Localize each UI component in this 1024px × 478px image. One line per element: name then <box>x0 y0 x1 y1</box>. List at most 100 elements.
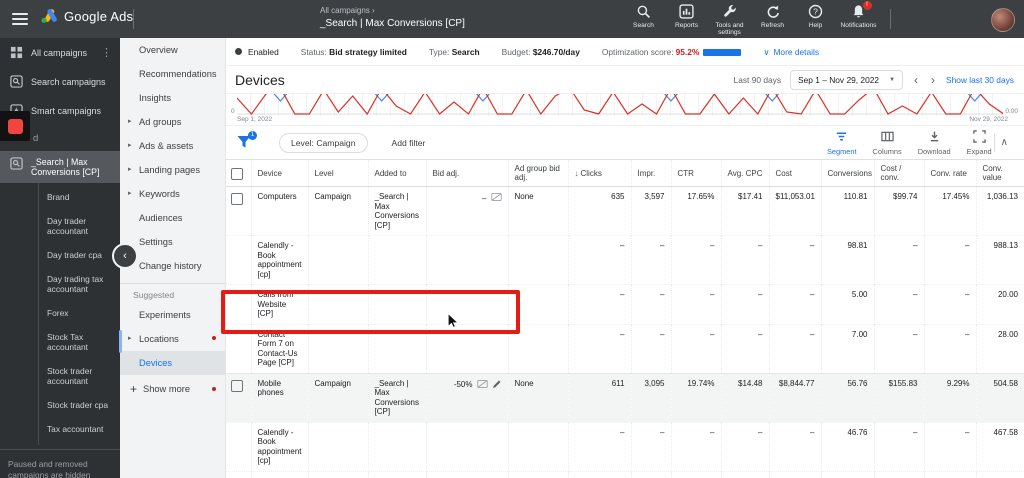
campaign-item-day-trader-cpa[interactable]: Day trader cpa <box>39 243 120 267</box>
column-header-device[interactable]: Device <box>251 160 309 187</box>
sidebar-item-locations[interactable]: ▸ Locations <box>120 327 225 351</box>
topbar-action-notifications[interactable]: ! Notifications <box>837 0 880 36</box>
topbar-action-reports[interactable]: Reports <box>665 4 708 36</box>
column-header-added-to[interactable]: Added to <box>368 160 427 187</box>
row-checkbox[interactable] <box>231 193 243 205</box>
conversion-action-row-calls-from-ads[interactable]: Calls from ads–––––1.00––1.00 <box>225 470 1024 478</box>
nav-selected-campaign[interactable]: _Search | Max Conversions [CP] <box>0 151 120 183</box>
sidebar-item-recommendations[interactable]: Recommendations <box>120 62 225 86</box>
chart-plot-area[interactable] <box>236 94 1004 116</box>
cell-bid-adj: -50% <box>426 372 509 422</box>
column-header-level[interactable]: Level <box>308 160 369 187</box>
nav-search-campaigns[interactable]: Search campaigns <box>0 67 120 96</box>
add-filter-button[interactable]: Add filter <box>392 138 426 148</box>
more-details-link[interactable]: ∨ More details <box>763 47 819 57</box>
campaign-item-forex[interactable]: Forex <box>39 301 120 325</box>
show-last-30-days-link[interactable]: Show last 30 days <box>946 75 1014 85</box>
campaign-item-tax-accountant[interactable]: Tax accountant <box>39 417 120 441</box>
breadcrumb-parent[interactable]: All campaigns <box>320 6 370 15</box>
level-filter-chip[interactable]: Level: Campaign <box>279 132 368 153</box>
cell-bid-adj <box>426 235 509 285</box>
brand-text: Google Ads <box>64 8 134 24</box>
prev-period-button[interactable]: ‹ <box>912 73 920 87</box>
campaign-list: Brand Day trader accountant Day trader cpa… <box>38 183 120 445</box>
sidebar-item-ad-groups[interactable]: ▸ Ad groups <box>120 110 225 134</box>
column-header-cost[interactable]: Cost <box>769 160 822 187</box>
menu-icon[interactable] <box>12 13 28 28</box>
cell-added-to <box>368 235 427 285</box>
nav-all-campaigns[interactable]: All campaigns ⋮ <box>0 38 120 67</box>
cell-bid-adj: – <box>426 186 509 236</box>
column-header-avg-cpc[interactable]: Avg. CPC <box>721 160 770 187</box>
column-header-bid-adj[interactable]: Bid adj. <box>426 160 509 187</box>
sidebar-item-devices[interactable]: Devices <box>120 351 225 375</box>
sidebar-item-keywords[interactable]: ▸ Keywords <box>120 182 225 206</box>
conversion-action-row-calendly-book-appointment-cp[interactable]: Calendly - Book appointment [cp] – – – – –98.… <box>225 235 1024 285</box>
columns-button[interactable]: Columns <box>873 130 902 156</box>
cell-cost: $11,053.01 <box>769 186 822 236</box>
cell-avg-cpc: – <box>721 235 770 285</box>
notification-dot <box>212 336 216 340</box>
sidebar-item-ads-assets[interactable]: ▸ Ads & assets <box>120 134 225 158</box>
column-header-conv-value[interactable]: Conv. value <box>976 160 1024 187</box>
avatar[interactable] <box>991 8 1015 32</box>
campaign-item-stock-trader-accountant[interactable]: Stock trader accountant <box>39 359 120 393</box>
collapse-sidebar-button[interactable]: ‹ <box>112 243 138 269</box>
cell-conv-value: 20.00 <box>976 284 1024 324</box>
bid-simulator-icon[interactable] <box>476 379 488 392</box>
device-row-computers[interactable]: Computers Campaign _Search | Max Conversio… <box>225 186 1024 236</box>
scrollbar-thumb[interactable] <box>119 330 122 353</box>
cell-impr: 3,095 <box>631 372 672 422</box>
notifications-icon: ! <box>851 0 873 20</box>
date-range-selector[interactable]: Sep 1 – Nov 29, 2022 ▼ <box>790 69 904 90</box>
breadcrumb[interactable]: All campaigns › _Search | Max Conversion… <box>320 5 465 30</box>
filter-icon[interactable]: 1 <box>237 130 257 151</box>
sidebar-item-experiments[interactable]: Experiments <box>120 303 225 327</box>
sidebar-item-audiences[interactable]: Audiences <box>120 206 225 230</box>
sort-desc-icon: ↓ <box>574 168 579 178</box>
select-all-checkbox[interactable] <box>231 167 243 180</box>
enabled-status-dot <box>235 48 242 55</box>
cell-avg-cpc: – <box>721 470 770 478</box>
expand-button[interactable]: Expand <box>967 129 992 156</box>
sidebar-item-landing-pages[interactable]: ▸ Landing pages <box>120 158 225 182</box>
edit-bid-pencil-icon[interactable] <box>492 379 502 392</box>
column-header-clicks[interactable]: ↓ Clicks <box>568 160 632 187</box>
column-header-conversions[interactable]: Conversions <box>821 160 875 187</box>
bid-simulator-icon[interactable] <box>490 192 502 205</box>
topbar-action-help[interactable]: ? Help <box>794 4 837 36</box>
table-toolbar-actions: Segment Columns Download Expand <box>827 129 992 156</box>
next-period-button[interactable]: › <box>929 73 937 87</box>
column-header-conv-rate[interactable]: Conv. rate <box>924 160 977 187</box>
campaign-item-stock-tax-accountant[interactable]: Stock Tax accountant <box>39 325 120 359</box>
column-header-ad-group-bid-adj[interactable]: Ad group bid adj. <box>508 160 569 187</box>
grid-icon <box>10 46 23 59</box>
campaign-item-day-trading-tax-accountant[interactable]: Day trading tax accountant <box>39 267 120 301</box>
download-button[interactable]: Download <box>918 130 951 156</box>
show-more-button[interactable]: + Show more <box>120 375 225 403</box>
sidebar-item-insights[interactable]: Insights <box>120 86 225 110</box>
collapse-table-icon[interactable]: ∧ <box>997 137 1012 148</box>
column-header-impr[interactable]: Impr. <box>631 160 672 187</box>
conversion-action-row-calendly-book-appointment-cp[interactable]: Calendly - Book appointment [cp] – – – – –46.… <box>225 421 1024 471</box>
column-header-cost-conv[interactable]: Cost / conv. <box>874 160 925 187</box>
topbar-action-refresh[interactable]: Refresh <box>751 4 794 36</box>
topbar-action-search[interactable]: Search <box>622 4 665 36</box>
segment-button[interactable]: Segment <box>827 130 857 156</box>
campaign-item-stock-trader-cpa[interactable]: Stock trader cpa <box>39 393 120 417</box>
topbar-action-tools-and-settings[interactable]: Tools and settings <box>708 4 751 36</box>
campaign-item-day-trader-accountant[interactable]: Day trader accountant <box>39 209 120 243</box>
column-header-ctr[interactable]: CTR <box>671 160 722 187</box>
kebab-menu-icon[interactable]: ⋮ <box>101 46 114 59</box>
cell-cost: – <box>769 323 822 373</box>
cell-cost: – <box>769 284 822 324</box>
device-row-mobile-phones[interactable]: Mobile phones Campaign _Search | Max Conve… <box>225 372 1024 422</box>
google-ads-logo[interactable]: Google Ads <box>40 8 133 24</box>
section-divider <box>120 283 225 284</box>
campaign-item-brand[interactable]: Brand <box>39 185 120 209</box>
svg-text:?: ? <box>813 7 818 17</box>
table-header-row: Device Level Added to Bid adj. Ad group bid … <box>225 160 1024 187</box>
row-checkbox[interactable] <box>231 379 243 392</box>
sidebar-item-overview[interactable]: Overview <box>120 38 225 62</box>
breadcrumb-current: _Search | Max Conversions [CP] <box>320 18 465 29</box>
